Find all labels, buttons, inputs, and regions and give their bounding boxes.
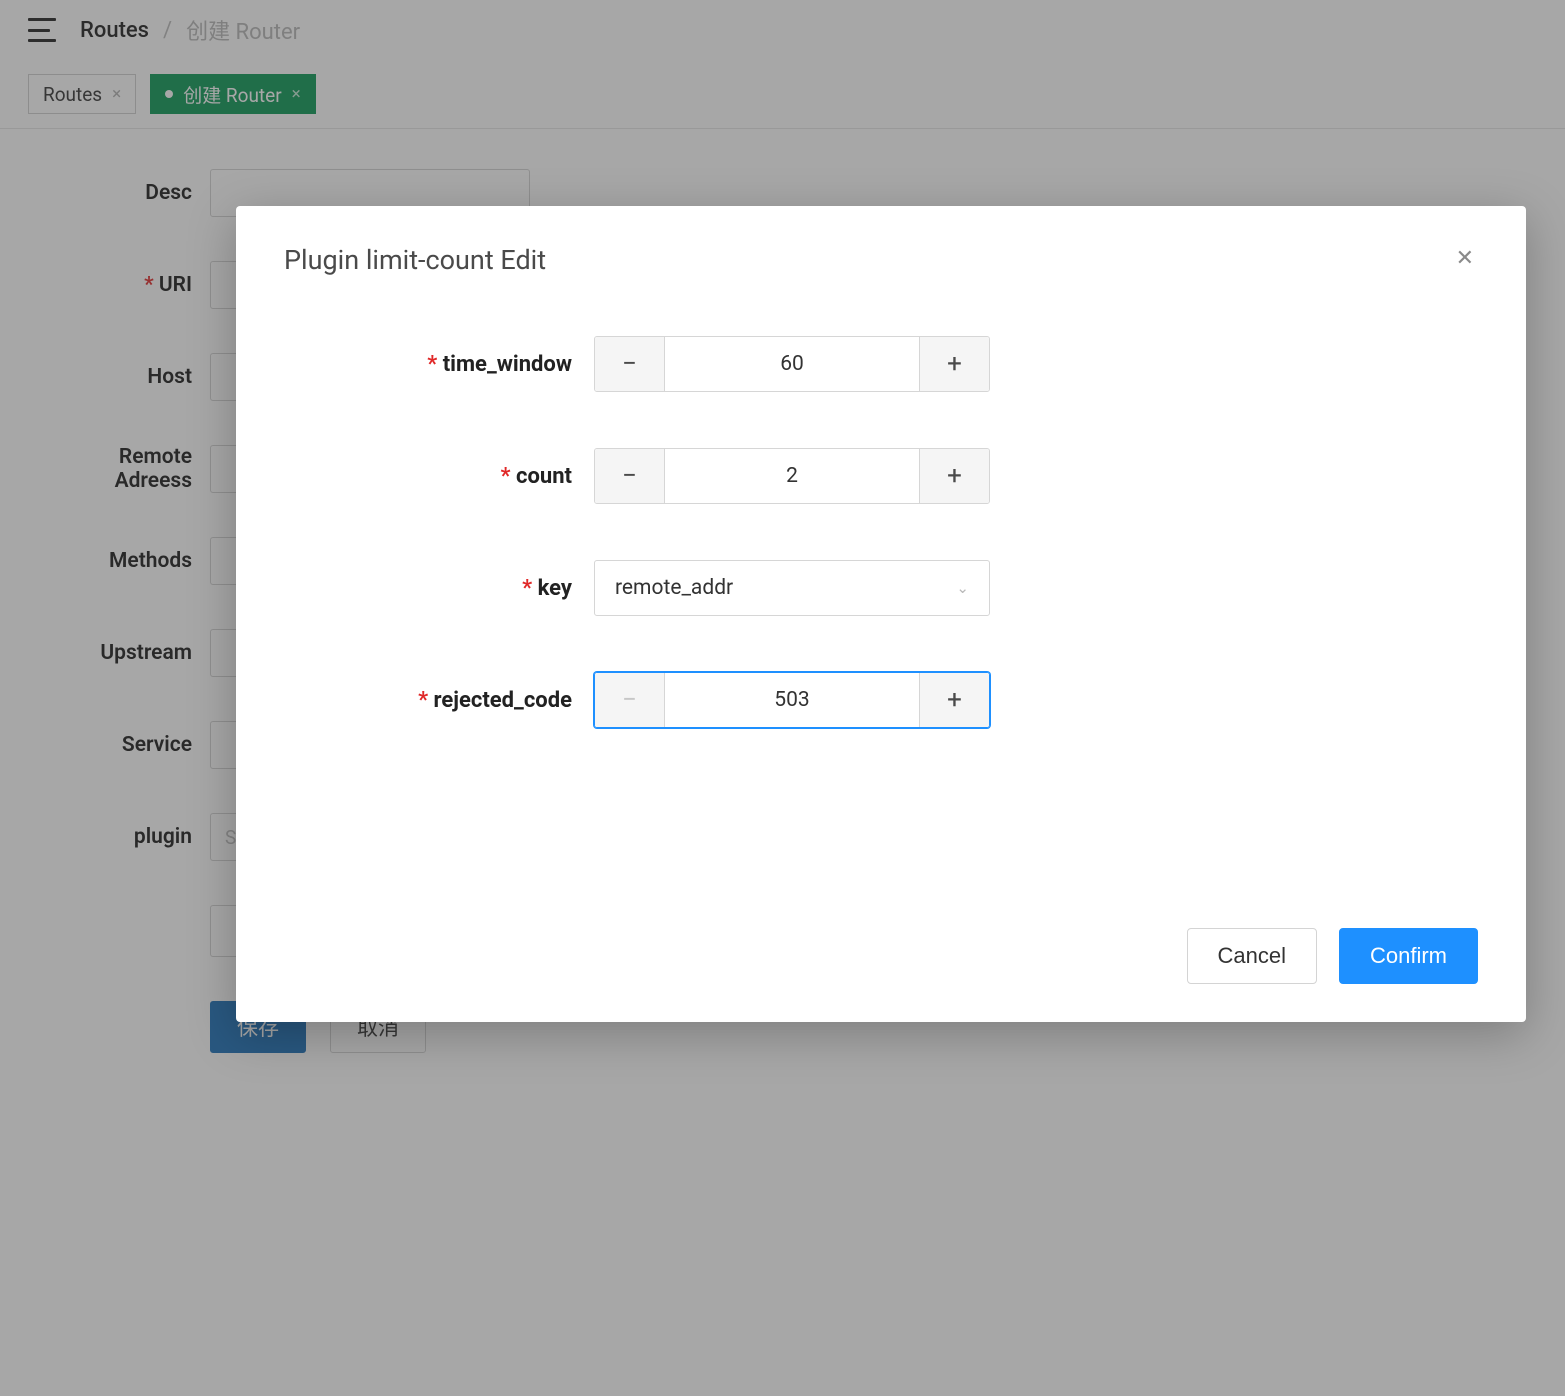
modal-header: Plugin limit-count Edit ✕ xyxy=(236,206,1526,276)
label-time-window: time_window xyxy=(284,352,594,377)
label-count: count xyxy=(284,464,594,489)
time-window-input[interactable]: 60 xyxy=(665,337,919,391)
stepper-count: − 2 + xyxy=(594,448,990,504)
modal-confirm-button[interactable]: Confirm xyxy=(1339,928,1478,984)
stepper-rejected-code: − 503 + xyxy=(594,672,990,728)
rejected-code-input[interactable]: 503 xyxy=(665,673,919,727)
count-input[interactable]: 2 xyxy=(665,449,919,503)
label-key: key xyxy=(284,576,594,601)
modal-plugin-edit: Plugin limit-count Edit ✕ time_window − … xyxy=(236,206,1526,1022)
modal-cancel-button[interactable]: Cancel xyxy=(1187,928,1317,984)
count-decrement-button[interactable]: − xyxy=(595,449,665,503)
modal-footer: Cancel Confirm xyxy=(236,928,1526,1022)
time-window-increment-button[interactable]: + xyxy=(919,337,989,391)
time-window-decrement-button[interactable]: − xyxy=(595,337,665,391)
count-increment-button[interactable]: + xyxy=(919,449,989,503)
rejected-code-increment-button[interactable]: + xyxy=(919,673,989,727)
label-rejected-code: rejected_code xyxy=(284,688,594,713)
chevron-down-icon: ⌄ xyxy=(956,579,969,597)
select-key[interactable]: remote_addr ⌄ xyxy=(594,560,990,616)
modal-body: time_window − 60 + count − 2 + key remot… xyxy=(236,276,1526,928)
rejected-code-decrement-button[interactable]: − xyxy=(595,673,665,727)
close-icon[interactable]: ✕ xyxy=(1452,244,1478,274)
select-key-value: remote_addr xyxy=(615,576,733,600)
modal-title: Plugin limit-count Edit xyxy=(284,244,546,276)
stepper-time-window: − 60 + xyxy=(594,336,990,392)
